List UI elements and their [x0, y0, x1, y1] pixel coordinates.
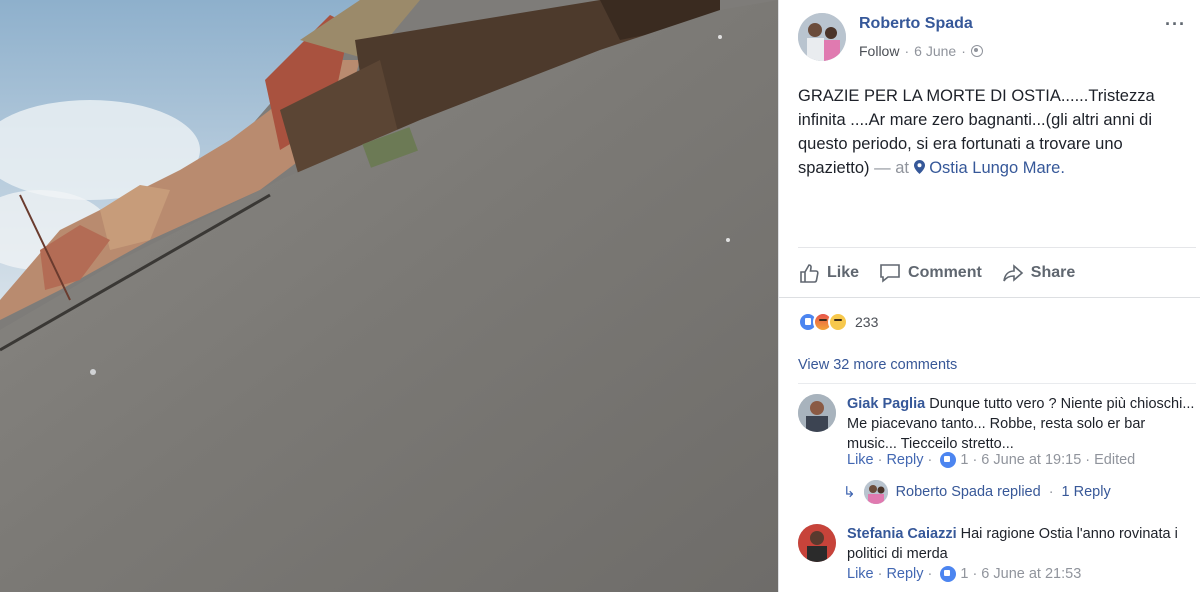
author-avatar[interactable] — [798, 13, 846, 61]
author-name[interactable]: Roberto Spada — [859, 15, 973, 33]
comment-icon — [880, 263, 900, 283]
comment-time[interactable]: 6 June at 21:53 — [981, 566, 1081, 582]
comment-content: Stefania Caiazzi Hai ragione Ostia l'ann… — [847, 524, 1197, 564]
comment-reply-link[interactable]: Reply — [886, 452, 923, 468]
share-icon — [1003, 263, 1024, 282]
reaction-count: 233 — [855, 314, 879, 330]
comment-like-count[interactable]: 1 — [960, 452, 968, 468]
replier-avatar — [863, 480, 888, 504]
globe-icon — [970, 45, 983, 57]
post-sidebar: Roberto Spada Follow · 6 June · ··· GRAZ… — [778, 0, 1200, 592]
like-reaction-icon — [940, 566, 957, 582]
comment-actions: Like · Reply · 1 · 6 June at 19:15 · Edi… — [847, 452, 1136, 468]
at-label: — at — [874, 159, 909, 177]
post-date[interactable]: 6 June — [914, 43, 956, 59]
replies-summary[interactable]: ↳ Roberto Spada replied · 1 Reply — [843, 480, 1111, 504]
like-reaction-icon — [940, 452, 957, 468]
commenter-avatar[interactable] — [798, 394, 836, 432]
share-button[interactable]: Share — [1002, 262, 1075, 284]
comment-actions: Like · Reply · 1 · 6 June at 21:53 — [847, 566, 1082, 582]
comment-content: Giak Paglia Dunque tutto vero ? Niente p… — [847, 394, 1197, 454]
comments-section: 233 View 32 more comments Giak Paglia Du… — [779, 297, 1200, 592]
post-header: Roberto Spada Follow · 6 June · ··· — [779, 0, 1200, 70]
reactions-summary[interactable]: 233 — [798, 312, 878, 332]
sad-reaction-icon — [828, 312, 848, 332]
beach-photo-image — [0, 0, 778, 592]
view-more-comments-link[interactable]: View 32 more comments — [798, 357, 1196, 384]
reply-count: 1 Reply — [1061, 484, 1111, 500]
comment-like-link[interactable]: Like — [847, 452, 874, 468]
comment-time[interactable]: 6 June at 19:15 — [981, 452, 1081, 468]
comment-button[interactable]: Comment — [879, 262, 982, 284]
comment-like-link[interactable]: Like — [847, 566, 874, 582]
commenter-avatar[interactable] — [798, 524, 836, 562]
comment-like-count[interactable]: 1 — [960, 566, 968, 582]
edited-label[interactable]: Edited — [1094, 452, 1135, 468]
follow-link[interactable]: Follow — [859, 43, 899, 59]
location-name: Ostia Lungo Mare. — [929, 159, 1065, 177]
comment-reply-link[interactable]: Reply — [886, 566, 923, 582]
map-pin-icon — [913, 160, 925, 174]
like-label: Like — [827, 263, 860, 281]
replied-label: Roberto Spada replied — [895, 484, 1041, 500]
commenter-name[interactable]: Giak Paglia — [847, 396, 925, 412]
comment-label: Comment — [908, 263, 982, 281]
post-actions-bar: Like Comment Share — [798, 247, 1196, 297]
post-meta: Follow · 6 June · — [859, 43, 983, 59]
commenter-name[interactable]: Stefania Caiazzi — [847, 526, 957, 542]
like-button[interactable]: Like — [798, 262, 859, 284]
share-label: Share — [1030, 263, 1076, 281]
location-link[interactable]: Ostia Lungo Mare. — [913, 159, 1065, 177]
post-text: GRAZIE PER LA MORTE DI OSTIA......Triste… — [798, 84, 1188, 180]
thumbs-up-icon — [800, 263, 819, 283]
reply-arrow-icon: ↳ — [843, 484, 856, 501]
more-options-icon[interactable]: ··· — [1165, 14, 1186, 35]
post-photo[interactable] — [0, 0, 778, 592]
